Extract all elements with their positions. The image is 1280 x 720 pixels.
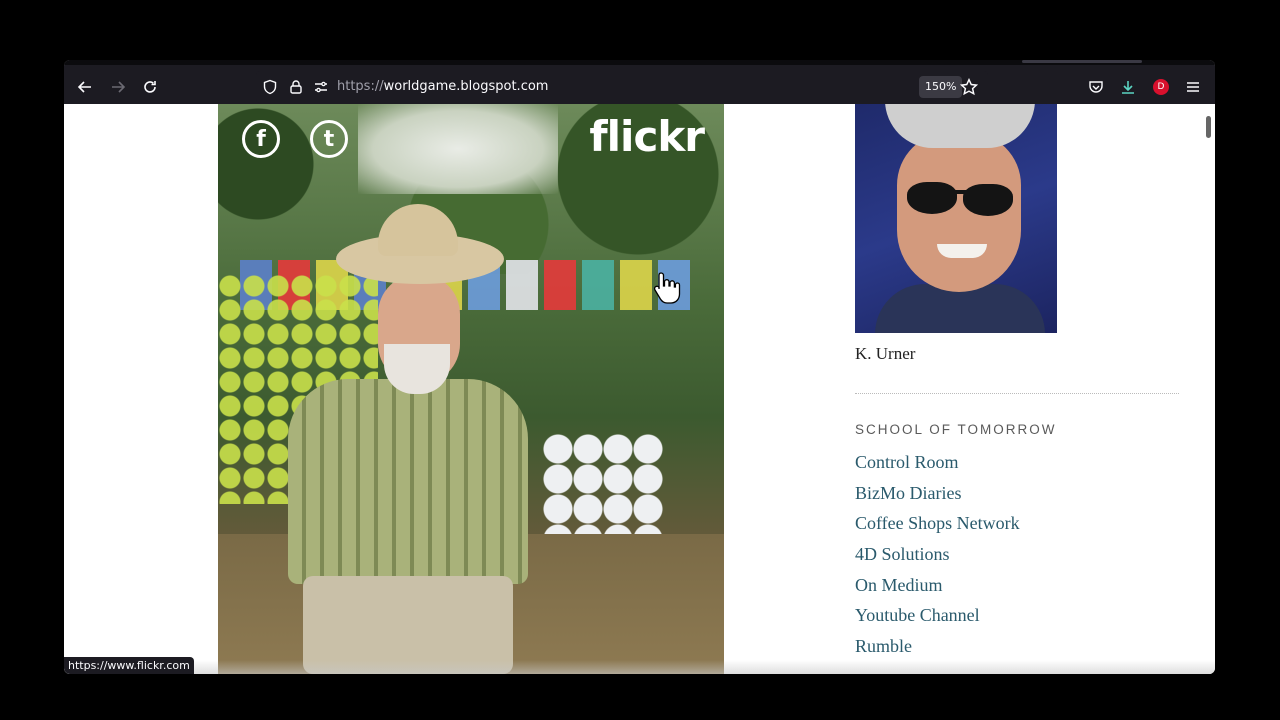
sunglasses-right [963,184,1013,216]
sidebar-links: Control Room BizMo Diaries Coffee Shops … [855,452,1020,667]
pocket-button[interactable] [1084,75,1108,99]
sidebar-link-coffee-shops-network[interactable]: Coffee Shops Network [855,513,1020,544]
download-icon [1122,81,1134,94]
sidebar-link-on-medium[interactable]: On Medium [855,575,1020,606]
shield-icon[interactable] [262,79,278,95]
reload-icon [144,81,156,93]
forward-button[interactable] [106,75,130,99]
permissions-icon[interactable] [313,79,329,95]
author-name[interactable]: K. Urner [855,344,915,364]
url-host: worldgame.blogspot.com [383,79,549,94]
zoom-indicator[interactable]: 150% [919,76,963,98]
flag [506,260,538,310]
sidebar-link-control-room[interactable]: Control Room [855,452,1020,483]
scrollbar-thumb[interactable] [1206,116,1211,138]
pocket-icon [1089,81,1103,93]
facebook-icon[interactable]: f [242,120,280,158]
account-button[interactable]: D [1149,75,1173,99]
blog-sidebar: K. Urner SCHOOL OF TOMORROW Control Room… [855,104,1179,674]
flickr-embed-photo[interactable]: f t flickr [218,104,724,674]
sunglasses-left [907,182,957,214]
browser-toolbar: https://worldgame.blogspot.com 150% D [64,60,1215,104]
downloads-button[interactable] [1116,75,1140,99]
photo-sky [358,104,558,194]
flag [544,260,576,310]
lock-icon[interactable] [288,79,304,95]
profile-initial: D [1157,82,1165,92]
url-scheme: https:// [337,79,384,94]
arrow-right-icon [112,81,126,93]
bottom-fade [64,660,1215,674]
author-hair [885,104,1035,148]
flickr-logo[interactable]: flickr [589,112,705,161]
browser-window: https://worldgame.blogspot.com 150% D f … [64,60,1215,674]
author-smile [937,244,987,258]
link-status-bar: https://www.flickr.com [64,657,194,674]
menu-button[interactable] [1181,75,1205,99]
sidebar-link-4d-solutions[interactable]: 4D Solutions [855,544,1020,575]
sidebar-divider [855,393,1179,394]
flag [582,260,614,310]
author-photo[interactable] [855,104,1057,333]
reload-button[interactable] [138,75,162,99]
sidebar-link-youtube-channel[interactable]: Youtube Channel [855,605,1020,636]
url-bar[interactable]: https://worldgame.blogspot.com 150% [256,71,988,103]
bookmark-star-icon[interactable] [960,78,978,96]
url-text[interactable]: https://worldgame.blogspot.com [337,79,548,94]
person-shirt [288,379,528,584]
arrow-left-icon [77,81,91,93]
page-content: f t flickr K. Urner SCHOOL OF TOMORROW C… [64,104,1215,674]
section-title: SCHOOL OF TOMORROW [855,422,1057,437]
sidebar-link-bizmo-diaries[interactable]: BizMo Diaries [855,483,1020,514]
profile-avatar: D [1153,79,1169,95]
back-button[interactable] [73,75,97,99]
tumblr-icon[interactable]: t [310,120,348,158]
flag [620,260,652,310]
hamburger-menu-icon [1187,82,1199,92]
tab-strip-hint [1022,60,1142,63]
hand-pointer-icon [653,272,681,304]
